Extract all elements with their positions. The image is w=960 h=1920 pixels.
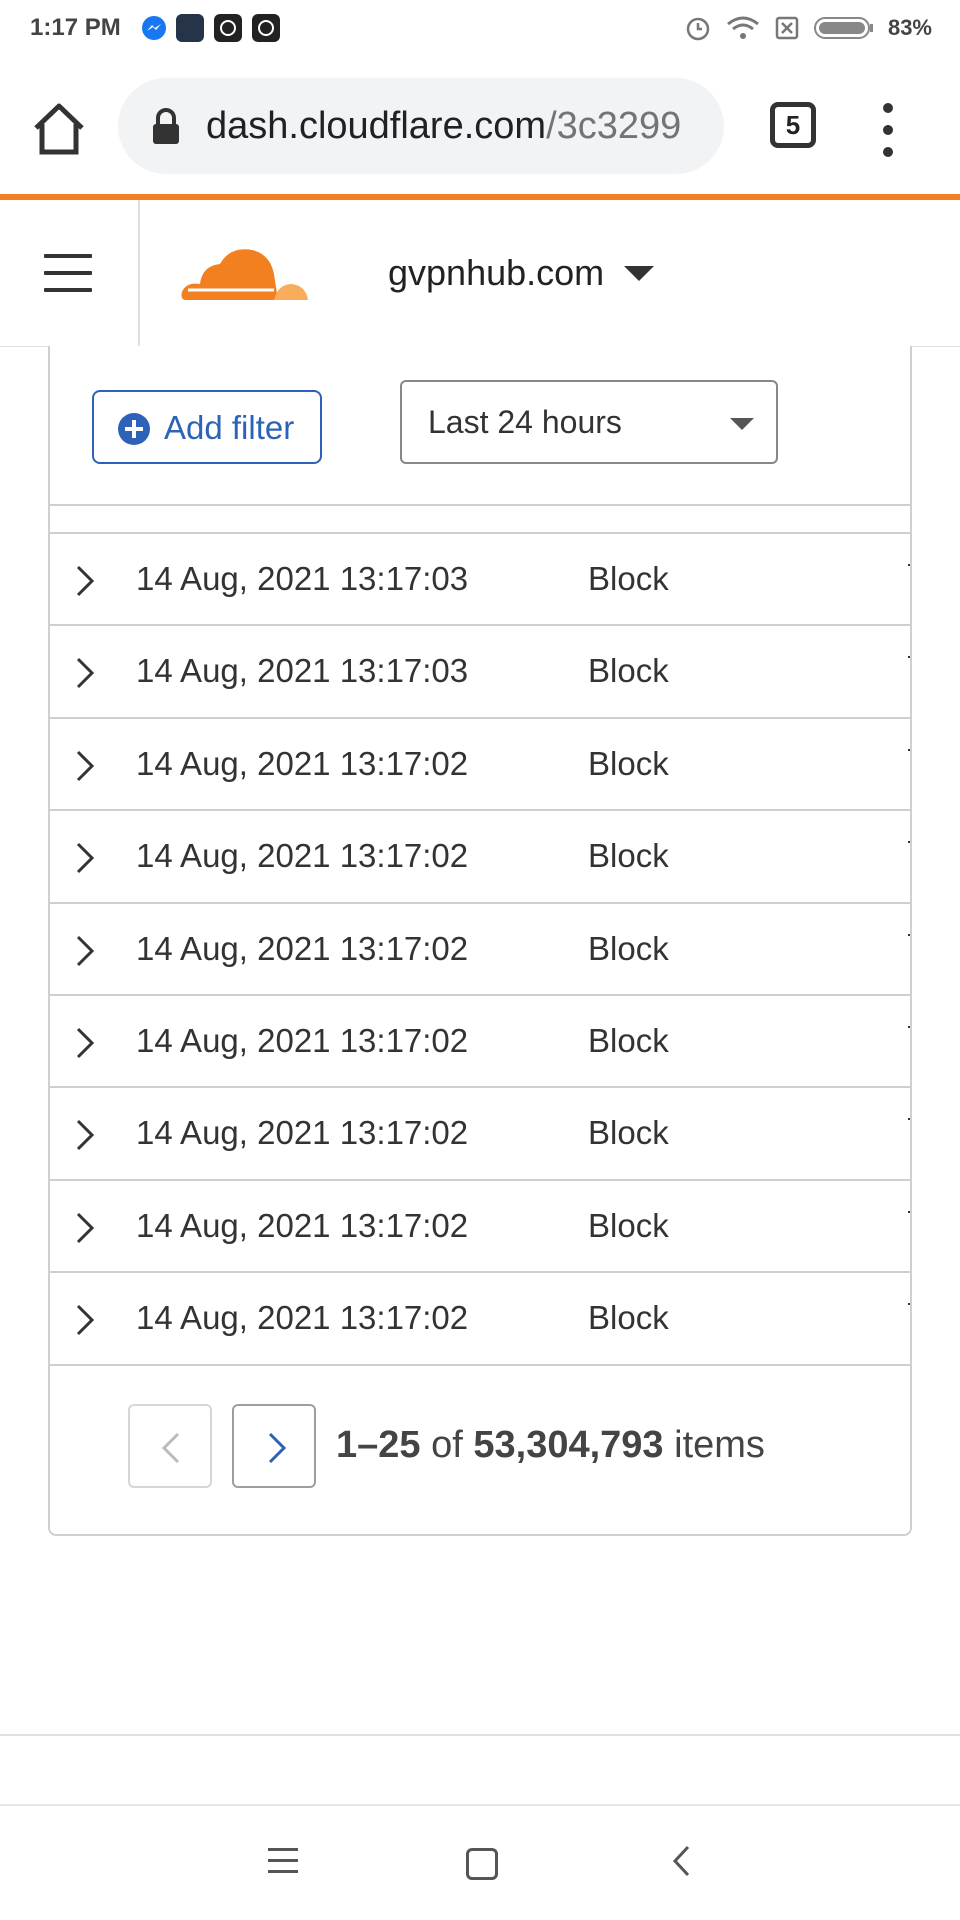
chatgpt-like-app-icon — [252, 14, 280, 42]
event-action: Block — [588, 837, 669, 875]
chevron-down-icon[interactable] — [624, 266, 654, 281]
pagination-info: 1–25 of 53,304,793 items — [336, 1424, 765, 1467]
game-app-icon — [176, 14, 204, 42]
url-text: dash.cloudflare.com/3c3299 — [206, 105, 712, 148]
battery-percent: 83% — [887, 15, 932, 40]
add-filter-button[interactable]: Add filter — [92, 390, 322, 464]
event-action: Block — [588, 560, 669, 597]
pagination-items: items — [674, 1424, 765, 1466]
chatgpt-like-app-icon — [214, 14, 242, 42]
recent-apps-icon[interactable] — [268, 1848, 298, 1874]
firewall-events-card: Add filter Last 24 hours 14 Aug, 2021 13… — [48, 346, 912, 1536]
time-range-select[interactable]: Last 24 hours — [400, 380, 778, 464]
event-action: Block — [588, 652, 669, 690]
page-range: 1–25 — [336, 1424, 421, 1466]
table-row-partial — [50, 504, 910, 534]
pagination-of: of — [431, 1424, 463, 1466]
expand-chevron-icon[interactable] — [70, 749, 100, 783]
status-bar: 1:17 PM 83% — [0, 0, 960, 58]
url-path: /3c3299 — [546, 105, 682, 147]
address-bar[interactable]: dash.cloudflare.com/3c3299 — [118, 78, 724, 174]
event-action: Block — [588, 929, 669, 967]
alarm-icon — [686, 17, 710, 41]
plus-circle-icon — [118, 413, 150, 445]
lock-icon — [153, 108, 179, 144]
truncated-column-mark — [908, 1118, 910, 1121]
truncated-column-mark — [908, 933, 910, 936]
table-row[interactable]: 14 Aug, 2021 13:17:02 Block — [50, 1273, 910, 1366]
header-divider — [138, 200, 140, 346]
system-navigation-bar — [0, 1806, 960, 1920]
expand-chevron-icon[interactable] — [70, 564, 100, 598]
event-timestamp: 14 Aug, 2021 13:17:02 — [136, 837, 469, 875]
home-button[interactable] — [30, 100, 88, 158]
event-timestamp: 14 Aug, 2021 13:17:02 — [136, 1299, 469, 1337]
table-row[interactable]: 14 Aug, 2021 13:17:02 Block — [50, 996, 910, 1089]
expand-chevron-icon[interactable] — [70, 1211, 100, 1245]
table-row[interactable]: 14 Aug, 2021 13:17:03 Block — [50, 534, 910, 627]
events-table: 14 Aug, 2021 13:17:03 Block 14 Aug, 2021 1… — [50, 504, 910, 1366]
messenger-icon — [140, 14, 168, 42]
status-right: 83% — [684, 12, 932, 44]
truncated-column-mark — [908, 841, 910, 844]
expand-chevron-icon[interactable] — [70, 656, 100, 690]
back-icon[interactable] — [670, 1844, 694, 1878]
expand-chevron-icon[interactable] — [70, 934, 100, 968]
previous-page-button[interactable] — [128, 1404, 212, 1488]
home-nav-icon[interactable] — [466, 1848, 498, 1880]
add-filter-label: Add filter — [164, 409, 295, 446]
pagination: 1–25 of 53,304,793 items — [128, 1404, 888, 1488]
event-timestamp: 14 Aug, 2021 13:17:03 — [136, 652, 469, 690]
table-row[interactable]: 14 Aug, 2021 13:17:02 Block — [50, 1088, 910, 1181]
time-range-value: Last 24 hours — [428, 404, 622, 440]
status-time: 1:17 PM — [30, 14, 121, 41]
more-options-icon[interactable] — [876, 100, 900, 160]
home-icon — [34, 103, 84, 155]
event-action: Block — [588, 1206, 669, 1244]
truncated-column-mark — [908, 564, 910, 566]
event-timestamp: 14 Aug, 2021 13:17:02 — [136, 744, 469, 782]
chevron-left-icon — [161, 1432, 180, 1464]
domain-selector[interactable]: gvpnhub.com — [388, 252, 604, 294]
expand-chevron-icon[interactable] — [70, 1303, 100, 1337]
battery-icon — [813, 17, 873, 39]
chevron-right-icon — [268, 1432, 287, 1464]
url-host: dash.cloudflare.com — [206, 105, 547, 147]
expand-chevron-icon[interactable] — [70, 841, 100, 875]
event-action: Block — [588, 1021, 669, 1059]
wifi-icon — [727, 16, 759, 39]
cloudflare-logo[interactable] — [178, 242, 310, 306]
page-divider — [0, 1734, 960, 1736]
app-header: gvpnhub.com — [0, 200, 960, 347]
event-timestamp: 14 Aug, 2021 13:17:02 — [136, 1021, 469, 1059]
event-action: Block — [588, 744, 669, 782]
table-row[interactable]: 14 Aug, 2021 13:17:02 Block — [50, 1181, 910, 1274]
expand-chevron-icon[interactable] — [70, 1026, 100, 1060]
truncated-column-mark — [908, 656, 910, 659]
truncated-column-mark — [908, 1025, 910, 1028]
event-timestamp: 14 Aug, 2021 13:17:02 — [136, 1206, 469, 1244]
event-timestamp: 14 Aug, 2021 13:17:02 — [136, 1114, 469, 1152]
expand-chevron-icon[interactable] — [70, 1118, 100, 1152]
truncated-column-mark — [908, 1210, 910, 1213]
truncated-column-mark — [908, 1303, 910, 1306]
truncated-column-mark — [908, 748, 910, 751]
menu-icon[interactable] — [44, 254, 92, 292]
table-row[interactable]: 14 Aug, 2021 13:17:02 Block — [50, 811, 910, 904]
next-page-button[interactable] — [232, 1404, 316, 1488]
no-sim-icon — [775, 16, 799, 40]
event-timestamp: 14 Aug, 2021 13:17:02 — [136, 929, 469, 967]
event-action: Block — [588, 1299, 669, 1337]
tab-switcher-button[interactable]: 5 — [770, 102, 816, 148]
browser-toolbar: dash.cloudflare.com/3c3299 5 — [0, 58, 960, 194]
event-timestamp: 14 Aug, 2021 13:17:03 — [136, 560, 469, 597]
table-row[interactable]: 14 Aug, 2021 13:17:03 Block — [50, 626, 910, 719]
table-row[interactable]: 14 Aug, 2021 13:17:02 Block — [50, 904, 910, 996]
total-items: 53,304,793 — [473, 1424, 664, 1466]
table-row[interactable]: 14 Aug, 2021 13:17:02 Block — [50, 719, 910, 812]
caret-down-icon — [730, 418, 754, 430]
event-action: Block — [588, 1114, 669, 1152]
